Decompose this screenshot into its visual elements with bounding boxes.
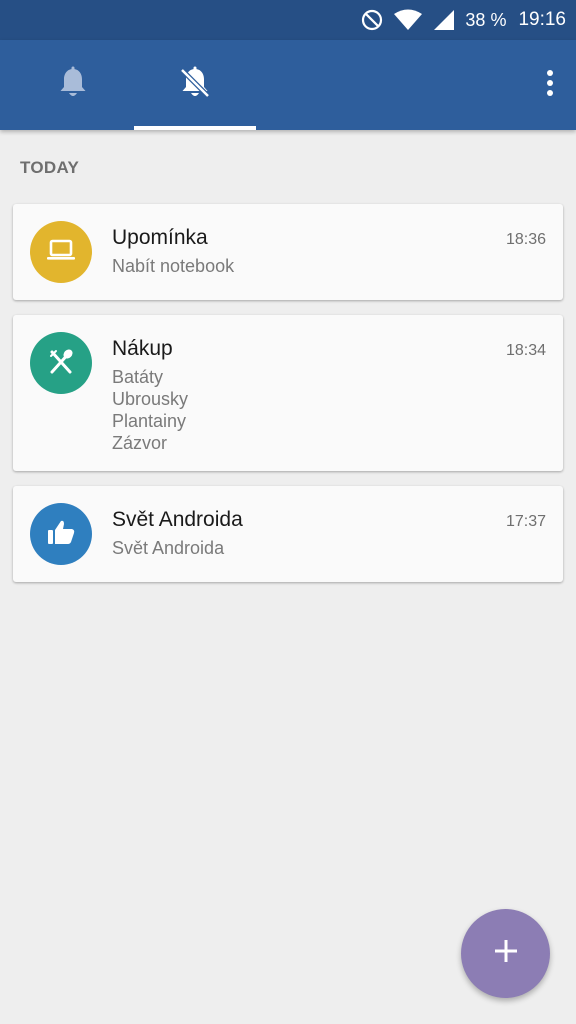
- tab-muted[interactable]: [134, 40, 256, 130]
- note-card[interactable]: Nákup 18:34 Batáty Ubrousky Plantainy Zá…: [13, 315, 563, 471]
- note-title: Upomínka: [112, 226, 208, 249]
- note-avatar: [30, 332, 92, 394]
- note-title: Svět Androida: [112, 508, 243, 531]
- laptop-icon: [46, 239, 76, 266]
- section-header: TODAY: [20, 158, 80, 177]
- battery-level: 38 %: [465, 9, 507, 30]
- note-avatar: [30, 221, 92, 283]
- note-line: Batáty: [112, 367, 164, 387]
- clock: 19:16: [518, 9, 566, 30]
- more-vert-icon: [546, 69, 554, 102]
- bell-off-icon: [178, 66, 212, 105]
- note-line: Plantainy: [112, 411, 187, 431]
- plus-icon: [493, 938, 519, 969]
- note-content: Batáty Ubrousky Plantainy Zázvor: [112, 366, 188, 454]
- note-line: Svět Androida: [112, 538, 225, 558]
- note-content: Nabít notebook: [112, 255, 234, 277]
- add-note-button[interactable]: [461, 909, 550, 998]
- status-bar: 38 % 19:16: [0, 0, 576, 40]
- note-card[interactable]: Upomínka 18:36 Nabít notebook: [13, 204, 563, 300]
- note-line: Ubrousky: [112, 389, 189, 409]
- tab-indicator: [134, 126, 256, 130]
- bell-icon: [58, 66, 88, 105]
- note-line: Nabít notebook: [112, 256, 235, 276]
- do-not-disturb-icon: [361, 9, 383, 31]
- wifi-icon: [393, 9, 423, 31]
- note-card[interactable]: Svět Androida 17:37 Svět Androida: [13, 486, 563, 582]
- note-title: Nákup: [112, 337, 173, 360]
- fork-spoon-icon: [47, 347, 75, 380]
- thumb-up-icon: [47, 519, 75, 550]
- note-avatar: [30, 503, 92, 565]
- tab-reminders[interactable]: [12, 40, 134, 130]
- signal-icon: [433, 9, 455, 31]
- note-time: 17:37: [505, 513, 546, 530]
- app-bar: [0, 40, 576, 130]
- note-time: 18:34: [505, 342, 546, 359]
- note-time: 18:36: [505, 231, 546, 248]
- more-options-button[interactable]: [538, 65, 562, 105]
- note-content: Svět Androida: [112, 537, 224, 559]
- note-line: Zázvor: [112, 433, 168, 453]
